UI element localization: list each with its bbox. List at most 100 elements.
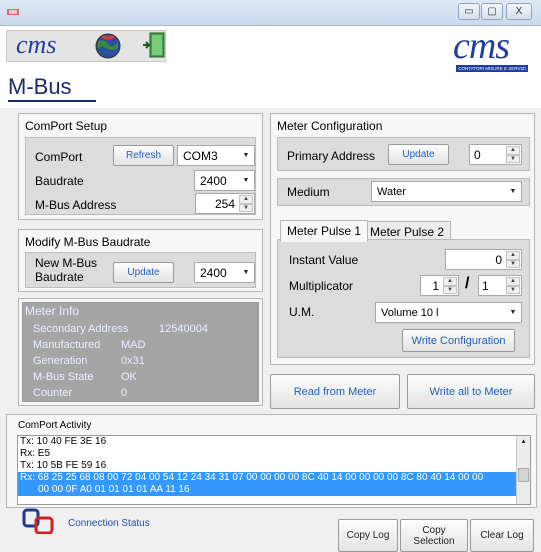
clear-log-button[interactable]: Clear Log [470, 519, 534, 552]
multiplicator-denominator-stepper[interactable]: 1 ▲ ▼ [478, 275, 522, 296]
stepper-down-icon[interactable]: ▼ [506, 285, 520, 294]
close-icon: X [515, 6, 523, 17]
comport-select[interactable]: COM3 ▼ [177, 145, 255, 166]
write-all-to-meter-button[interactable]: Write all to Meter [407, 374, 535, 409]
connection-status-icon [22, 508, 64, 535]
comport-value: COM3 [183, 148, 218, 163]
comport-activity-title: ComPort Activity [18, 420, 92, 431]
medium-label: Medium [287, 185, 330, 199]
medium-value: Water [377, 185, 406, 198]
mbus-address-stepper[interactable]: 254 ▲ ▼ [195, 193, 255, 214]
um-select[interactable]: Volume 10 l ▼ [375, 302, 522, 323]
read-from-meter-button[interactable]: Read from Meter [270, 374, 400, 409]
log-line[interactable]: Rx: E5 [18, 448, 530, 460]
meter-config-group: Meter Configuration Primary Address Upda… [270, 113, 535, 365]
comport-label: ComPort [35, 150, 83, 164]
instant-value-label: Instant Value [289, 253, 359, 267]
stepper-up-icon[interactable]: ▲ [506, 277, 520, 286]
primary-address-value: 0 [474, 147, 481, 162]
copy-selection-button[interactable]: Copy Selection [400, 519, 468, 552]
activity-log[interactable]: Tx: 10 40 FE 3E 16 Rx: E5 Tx: 10 5B FE 5… [17, 435, 531, 505]
stepper-up-icon[interactable]: ▲ [443, 277, 457, 286]
copy-selection-line1: Copy [422, 524, 446, 536]
info-key-secondary-address: Secondary Address [33, 323, 129, 335]
scroll-up-icon[interactable]: ▲ [517, 436, 530, 448]
minimize-button[interactable]: ▭ [458, 3, 480, 20]
app-title: M-Bus [8, 74, 72, 99]
comport-setup-group: ComPort Setup ComPort Refresh COM3 ▼ Bau… [18, 113, 263, 220]
close-button[interactable]: X [506, 3, 532, 20]
um-value: Volume 10 l [381, 306, 439, 319]
medium-select[interactable]: Water ▼ [371, 181, 522, 202]
modify-baudrate-title: Modify M-Bus Baudrate [25, 235, 151, 249]
stepper-up-icon[interactable]: ▲ [239, 195, 253, 204]
new-baudrate-label-line2: Baudrate [35, 270, 84, 284]
scroll-thumb[interactable] [518, 468, 529, 482]
instant-value: 0 [495, 252, 502, 267]
meter-info-group: Meter Info Secondary Address 12540004 Ma… [18, 298, 263, 406]
update-primary-address-button[interactable]: Update [388, 144, 449, 165]
minimize-icon: ▭ [464, 6, 474, 17]
stepper-down-icon[interactable]: ▼ [443, 285, 457, 294]
chevron-down-icon: ▼ [242, 269, 250, 276]
primary-address-stepper[interactable]: 0 ▲ ▼ [469, 144, 522, 165]
log-line-selected[interactable]: Rx: 68 25 25 68 08 00 72 04 00 54 12 24 … [18, 472, 516, 484]
log-scrollbar[interactable]: ▲ [516, 436, 530, 504]
mbus-address-label: M-Bus Address [35, 198, 117, 212]
meter-config-title: Meter Configuration [277, 119, 383, 133]
primary-address-label: Primary Address [287, 149, 376, 163]
new-baudrate-select[interactable]: 2400 ▼ [194, 262, 255, 283]
chevron-down-icon: ▼ [509, 188, 517, 195]
comport-setup-title: ComPort Setup [25, 119, 108, 133]
log-line-selected-cont[interactable]: 00 00 0F A0 01 01 01 01 AA 11 16 [18, 484, 516, 496]
logo-right: cms [453, 25, 510, 67]
new-baudrate-label-line1: New M-Bus [35, 256, 98, 270]
baudrate-select[interactable]: 2400 ▼ [194, 170, 255, 191]
chevron-down-icon: ▼ [509, 309, 517, 316]
meter-info-title: Meter Info [25, 304, 80, 318]
stepper-down-icon[interactable]: ▼ [239, 203, 253, 212]
info-value-manufactured: MAD [121, 339, 146, 351]
stepper-up-icon[interactable]: ▲ [506, 251, 520, 260]
maximize-button[interactable]: ▢ [481, 3, 503, 20]
multiplicator-numerator-stepper[interactable]: 1 ▲ ▼ [420, 275, 459, 296]
baudrate-value: 2400 [200, 173, 227, 188]
comport-activity-group: ComPort Activity Tx: 10 40 FE 3E 16 Rx: … [6, 414, 537, 508]
chevron-down-icon: ▼ [242, 152, 250, 159]
instant-value-stepper[interactable]: 0 ▲ ▼ [445, 249, 522, 270]
info-key-mbus-state: M-Bus State [33, 371, 94, 383]
refresh-button[interactable]: Refresh [113, 145, 174, 166]
title-underline [8, 100, 96, 102]
um-label: U.M. [289, 305, 315, 319]
info-key-manufactured: Manufactured [33, 339, 101, 351]
header: cms cms CONTATORI MISURE E SERVIZI M-Bus [0, 25, 541, 108]
info-key-counter: Counter [33, 387, 73, 399]
app-icon [7, 7, 19, 17]
globe-icon[interactable] [94, 32, 122, 60]
chevron-down-icon: ▼ [242, 177, 250, 184]
stepper-down-icon[interactable]: ▼ [506, 154, 520, 163]
baudrate-label: Baudrate [35, 174, 84, 188]
log-line[interactable]: Tx: 10 40 FE 3E 16 [18, 436, 530, 448]
tab-meter-pulse-1[interactable]: Meter Pulse 1 [280, 220, 369, 242]
info-value-mbus-state: OK [121, 371, 137, 383]
multiplicator-numerator: 1 [432, 278, 439, 293]
multiplicator-separator: / [465, 275, 470, 292]
write-configuration-button[interactable]: Write Configuration [402, 329, 515, 352]
update-baudrate-button[interactable]: Update [113, 262, 174, 283]
info-value-counter: 0 [121, 387, 128, 399]
multiplicator-denominator: 1 [482, 278, 489, 293]
stepper-up-icon[interactable]: ▲ [506, 146, 520, 155]
maximize-icon: ▢ [487, 6, 497, 17]
logo-left[interactable]: cms [16, 30, 56, 60]
connection-status-label: Connection Status [68, 518, 150, 529]
info-value-generation: 0x31 [121, 355, 145, 367]
info-key-generation: Generation [33, 355, 88, 367]
multiplicator-label: Multiplicator [289, 279, 354, 293]
copy-log-button[interactable]: Copy Log [338, 519, 398, 552]
new-baudrate-value: 2400 [200, 265, 227, 280]
exit-door-icon[interactable] [142, 31, 166, 59]
stepper-down-icon[interactable]: ▼ [506, 259, 520, 268]
title-bar: ▭ ▢ X [0, 0, 541, 26]
log-line[interactable]: Tx: 10 5B FE 59 16 [18, 460, 530, 472]
